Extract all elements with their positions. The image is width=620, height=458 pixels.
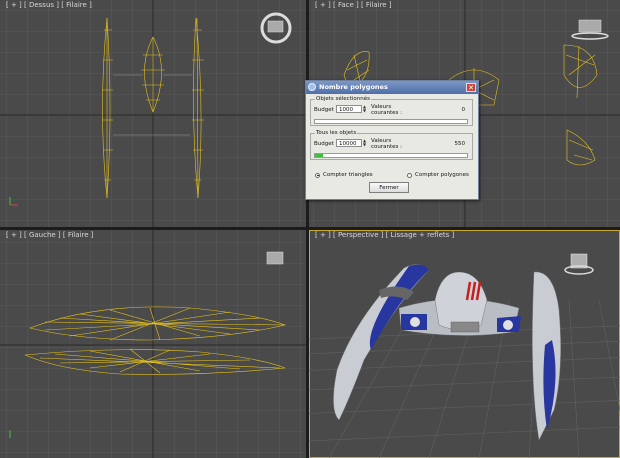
dialog-titlebar[interactable]: Nombre polygones ✕ [306,81,478,94]
radio-triangles-label[interactable]: Compter triangles [323,172,373,178]
all-group-title: Tous les objets [315,130,358,136]
viewport-left[interactable]: [ + ] [ Gauche ] [ Filaire ] [0,230,306,458]
all-budget-spinner[interactable]: ▲ ▼ [363,139,368,147]
top-grid [0,0,306,227]
all-current-label: Valeurs courantes : [371,138,402,150]
radio-triangles-dot[interactable] [315,172,320,178]
selected-current-value: 0 [461,107,466,113]
dialog-title: Nombre polygones [319,83,388,91]
left-grid [0,230,306,458]
selected-budget-input[interactable]: 1000 [336,105,362,113]
viewport-front-label[interactable]: [ + ] [ Face ] [ Filaire ] [315,1,392,9]
polygon-count-dialog[interactable]: Nombre polygones ✕ Objets sélectionnés B… [305,80,479,200]
close-button[interactable]: Fermer [369,182,409,193]
selected-budget-row: Budget : 1000 ▲ ▼ Valeurs courantes : 0 [314,104,469,116]
all-progress-bar [314,153,468,158]
ship-model [333,264,561,441]
all-objects-group: Tous les objets Budget : 10000 ▲ ▼ Valeur… [310,130,473,160]
all-budget-input[interactable]: 10000 [336,139,362,147]
viewcube-icon [564,253,594,275]
viewport-perspective-label[interactable]: [ + ] [ Perspective ] [ Lissage + reflet… [315,231,454,239]
selected-budget-label: Budget : [314,107,338,113]
radio-count-triangles[interactable]: Compter triangles [315,172,373,178]
selected-current-label: Valeurs courantes : [371,104,402,116]
close-icon[interactable]: ✕ [466,82,476,92]
radio-polygons-dot[interactable] [407,172,412,178]
viewport-left-label[interactable]: [ + ] [ Gauche ] [ Filaire ] [6,231,93,239]
selected-group-title: Objets sélectionnés [315,96,371,102]
radio-polygons-label[interactable]: Compter polygones [415,172,469,178]
all-budget-row: Budget : 10000 ▲ ▼ Valeurs courantes : 55… [314,138,469,150]
app-icon [308,83,316,91]
perspective-scene [309,253,620,458]
all-current-value: 550 [454,141,466,147]
selected-objects-group: Objets sélectionnés Budget : 1000 ▲ ▼ Val… [310,96,473,126]
all-budget-label: Budget : [314,141,338,147]
radio-count-polygons[interactable]: Compter polygones [407,172,469,178]
viewport-top-label[interactable]: [ + ] [ Dessus ] [ Filaire ] [6,1,92,9]
viewcube-icon [266,251,284,265]
all-progress-fill [315,154,324,157]
selected-progress-bar [314,119,468,124]
selected-budget-spinner[interactable]: ▲ ▼ [363,105,368,113]
viewport-top[interactable]: [ + ] [ Dessus ] [ Filaire ] [0,0,306,227]
viewport-perspective[interactable]: [ + ] [ Perspective ] [ Lissage + reflet… [309,230,620,458]
